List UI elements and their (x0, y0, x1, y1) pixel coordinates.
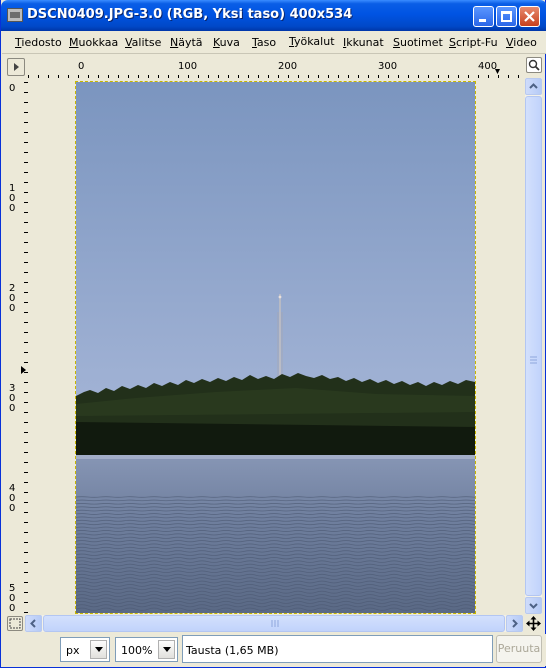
status-bar: px 100% Tausta (1,65 MB) Peruuta (2, 634, 546, 666)
menu-arrow-icon (14, 63, 19, 71)
horizontal-scroll-thumb[interactable] (43, 615, 505, 632)
menu-tyokalut[interactable]: Työkalut (289, 35, 335, 48)
menu-valitse[interactable]: Valitse (125, 36, 161, 49)
chevron-down-icon (95, 647, 103, 652)
h-ruler-label-300: 300 (378, 61, 397, 72)
unit-selector[interactable]: px (60, 637, 110, 662)
v-ruler-label: 500 (9, 583, 15, 614)
gimp-image-icon[interactable] (7, 8, 23, 22)
h-ruler-label-0: 0 (78, 61, 84, 72)
chevron-right-icon (512, 619, 518, 628)
vertical-scroll-thumb[interactable] (525, 96, 542, 596)
horizontal-ruler-ticks: 0 100 200 300 400 (28, 61, 519, 78)
image-canvas[interactable] (28, 78, 525, 614)
close-button[interactable] (519, 6, 540, 27)
menu-taso[interactable]: Taso (252, 36, 276, 49)
chevron-down-icon (529, 603, 538, 609)
zoom-value[interactable]: 100% (121, 644, 152, 657)
menu-kuva[interactable]: Kuva (213, 36, 240, 49)
zoom-selector[interactable]: 100% (115, 637, 178, 662)
lake-forest-photo (76, 82, 475, 613)
h-ruler-label-400: 400 (478, 61, 497, 72)
status-message-area: Tausta (1,65 MB) (182, 635, 493, 663)
v-ruler-label: 200 (9, 283, 15, 314)
vertical-ruler[interactable]: 0 100 200 300 400 500 (6, 78, 28, 614)
scroll-right-button[interactable] (506, 615, 523, 632)
unit-dropdown-button[interactable] (90, 640, 107, 659)
minimize-button[interactable] (473, 6, 494, 27)
v-ruler-label: 100 (9, 183, 15, 214)
title-bar[interactable]: DSCN0409.JPG-3.0 (RGB, Yksi taso) 400x53… (1, 0, 546, 31)
horizontal-scrollbar[interactable] (25, 615, 523, 632)
scroll-up-button[interactable] (525, 78, 542, 95)
grip-icon (530, 356, 537, 364)
zoom-image-icon[interactable] (526, 57, 542, 73)
grip-icon (271, 620, 279, 627)
vertical-ruler-ticks: 0 1 0 0 2 0 0 3 0 0 4 0 0 5 0 0 (9, 82, 28, 614)
quick-mask-menu-button[interactable] (7, 58, 25, 76)
v-ruler-label: 400 (9, 483, 15, 514)
scroll-left-button[interactable] (25, 615, 42, 632)
chevron-down-icon (163, 647, 171, 652)
menu-ikkunat[interactable]: Ikkunat (343, 36, 384, 49)
cancel-button[interactable]: Peruuta (496, 635, 542, 663)
image-layer-boundary (75, 81, 476, 614)
close-icon (524, 11, 535, 22)
chevron-left-icon (30, 619, 36, 628)
vertical-scrollbar[interactable] (525, 78, 542, 614)
navigate-image-icon[interactable] (7, 616, 23, 631)
menu-nayta[interactable]: Näytä (170, 36, 203, 49)
horizontal-ruler[interactable]: 0 100 200 300 400 (28, 58, 522, 78)
h-ruler-label-100: 100 (178, 61, 197, 72)
menu-script-fu[interactable]: Script-Fu (449, 36, 498, 49)
v-ruler-label: 300 (9, 383, 15, 414)
menu-suotimet[interactable]: Suotimet (393, 36, 443, 49)
status-text: Tausta (1,65 MB) (186, 644, 279, 657)
menu-bar: Tiedosto Muokkaa Valitse Näytä Kuva Taso… (2, 31, 546, 54)
zoom-dropdown-button[interactable] (158, 640, 175, 659)
maximize-button[interactable] (496, 6, 517, 27)
h-ruler-label-200: 200 (278, 61, 297, 72)
v-ruler-label: 0 (9, 83, 15, 94)
menu-tiedosto[interactable]: Tiedosto (15, 36, 62, 49)
menu-video[interactable]: Video (506, 36, 537, 49)
move-pan-icon[interactable] (525, 615, 542, 632)
window-title: DSCN0409.JPG-3.0 (RGB, Yksi taso) 400x53… (27, 7, 353, 22)
menu-muokkaa[interactable]: Muokkaa (69, 36, 118, 49)
unit-value: px (66, 644, 80, 657)
scroll-down-button[interactable] (525, 597, 542, 614)
chevron-up-icon (529, 83, 538, 89)
image-window: DSCN0409.JPG-3.0 (RGB, Yksi taso) 400x53… (0, 0, 546, 668)
